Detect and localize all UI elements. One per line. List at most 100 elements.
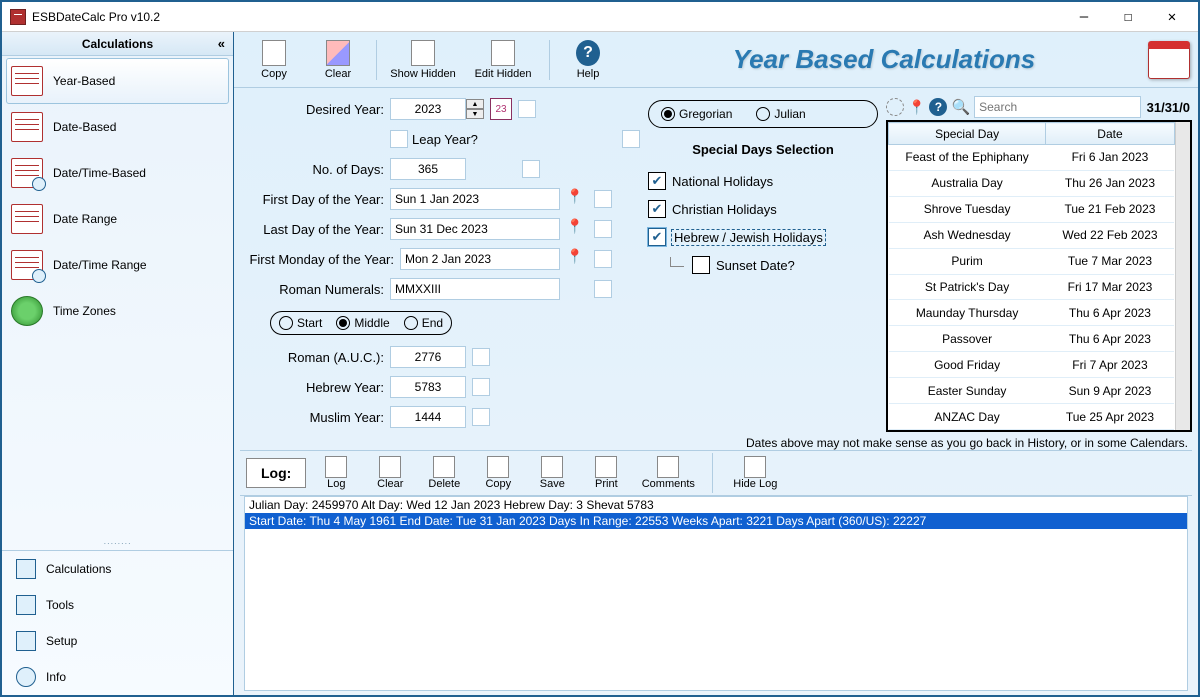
sidebar-item-date-based[interactable]: Date-Based <box>6 104 229 150</box>
year-picker-button[interactable]: 23 <box>490 98 512 120</box>
special-days-grid[interactable]: Special Day Date Feast of the EphiphanyF… <box>886 120 1192 432</box>
radio-gregorian[interactable]: Gregorian <box>661 107 732 121</box>
desired-year-hide-checkbox[interactable] <box>518 100 536 118</box>
pin-icon[interactable]: 📍 <box>908 99 925 116</box>
find-icon[interactable]: 🔍 <box>951 98 970 116</box>
help-button[interactable]: ?Help <box>556 40 620 80</box>
search-input[interactable] <box>974 96 1141 118</box>
bottom-nav-setup[interactable]: Setup <box>2 623 233 659</box>
sunset-date-checkbox[interactable] <box>692 256 710 274</box>
maximize-button[interactable]: ☐ <box>1106 3 1150 31</box>
pin-button[interactable]: 📍 <box>566 248 588 270</box>
filter-icon[interactable] <box>886 98 904 116</box>
show-hidden-button[interactable]: Show Hidden <box>383 40 463 80</box>
first-day-hide-checkbox[interactable] <box>594 190 612 208</box>
sidebar-item-year-based[interactable]: Year-Based <box>6 58 229 104</box>
leap-year-hide-checkbox[interactable] <box>622 130 640 148</box>
log-label-button[interactable]: Log: <box>246 458 306 488</box>
log-area[interactable]: Julian Day: 2459970 Alt Day: Wed 12 Jan … <box>244 496 1188 691</box>
table-row[interactable]: Maunday ThursdayThu 6 Apr 2023 <box>889 300 1175 326</box>
info-icon <box>16 667 36 687</box>
radio-middle[interactable]: Middle <box>336 316 389 330</box>
bottom-nav-info[interactable]: Info <box>2 659 233 695</box>
drag-handle[interactable]: ∙∙∙∙∙∙∙∙ <box>2 538 233 548</box>
clear-button[interactable]: Clear <box>306 40 370 80</box>
sidebar-item-date-time-based[interactable]: Date/Time-Based <box>6 150 229 196</box>
bottom-nav-tools[interactable]: Tools <box>2 587 233 623</box>
christian-holidays-checkbox[interactable] <box>648 200 666 218</box>
hebrew-year-label: Hebrew Year: <box>240 380 390 395</box>
log-line[interactable]: Start Date: Thu 4 May 1961 End Date: Tue… <box>245 513 1187 529</box>
sidebar-item-time-zones[interactable]: Time Zones <box>6 288 229 334</box>
pin-button[interactable]: 📍 <box>566 218 588 240</box>
clear-icon <box>379 456 401 478</box>
delete-icon <box>433 456 455 478</box>
muslim-year-field[interactable]: 1444 <box>390 406 466 428</box>
desired-year-field[interactable]: 2023 <box>390 98 466 120</box>
leap-year-checkbox[interactable] <box>390 130 408 148</box>
national-holidays-checkbox[interactable] <box>648 172 666 190</box>
footer-note: Dates above may not make sense as you go… <box>240 436 1192 450</box>
sidebar-item-date-time-range[interactable]: Date/Time Range <box>6 242 229 288</box>
table-row[interactable]: Shrove TuesdayTue 21 Feb 2023 <box>889 196 1175 222</box>
table-row[interactable]: Ash WednesdayWed 22 Feb 2023 <box>889 222 1175 248</box>
first-day-field[interactable]: Sun 1 Jan 2023 <box>390 188 560 210</box>
close-button[interactable]: ✕ <box>1150 3 1194 31</box>
table-row[interactable]: Australia DayThu 26 Jan 2023 <box>889 170 1175 196</box>
minimize-button[interactable]: — <box>1062 3 1106 31</box>
log-copy-button[interactable]: Copy <box>474 456 522 490</box>
no-of-days-hide-checkbox[interactable] <box>522 160 540 178</box>
hebrew-holidays-checkbox[interactable] <box>648 228 666 246</box>
bottom-nav-calculations[interactable]: Calculations <box>2 551 233 587</box>
log-clear-button[interactable]: Clear <box>366 456 414 490</box>
table-row[interactable]: PurimTue 7 Mar 2023 <box>889 248 1175 274</box>
table-row[interactable]: PassoverThu 6 Apr 2023 <box>889 326 1175 352</box>
log-line[interactable]: Julian Day: 2459970 Alt Day: Wed 12 Jan … <box>245 497 1187 513</box>
log-button[interactable]: Log <box>312 456 360 490</box>
hide-log-button[interactable]: Hide Log <box>725 456 785 490</box>
wrench-icon <box>16 595 36 615</box>
radio-julian[interactable]: Julian <box>756 107 805 121</box>
comments-icon <box>657 456 679 478</box>
help-icon[interactable]: ? <box>929 98 947 116</box>
first-monday-hide-checkbox[interactable] <box>594 250 612 268</box>
hebrew-year-field[interactable]: 5783 <box>390 376 466 398</box>
col-special-day[interactable]: Special Day <box>889 123 1046 145</box>
log-save-button[interactable]: Save <box>528 456 576 490</box>
collapse-icon[interactable]: « <box>218 36 225 51</box>
table-row[interactable]: Feast of the EphiphanyFri 6 Jan 2023 <box>889 145 1175 171</box>
position-radio-group: Start Middle End <box>270 311 452 335</box>
pin-button[interactable]: 📍 <box>566 188 588 210</box>
table-row[interactable]: St Patrick's DayFri 17 Mar 2023 <box>889 274 1175 300</box>
first-monday-label: First Monday of the Year: <box>240 252 400 267</box>
edit-hidden-button[interactable]: Edit Hidden <box>463 40 543 80</box>
log-comments-button[interactable]: Comments <box>636 456 700 490</box>
no-of-days-field[interactable]: 365 <box>390 158 466 180</box>
hebrew-year-hide-checkbox[interactable] <box>472 378 490 396</box>
table-row[interactable]: Good FridayFri 7 Apr 2023 <box>889 352 1175 378</box>
roman-auc-hide-checkbox[interactable] <box>472 348 490 366</box>
show-hidden-icon <box>411 40 435 66</box>
roman-numerals-field[interactable]: MMXXIII <box>390 278 560 300</box>
last-day-field[interactable]: Sun 31 Dec 2023 <box>390 218 560 240</box>
table-row[interactable]: ANZAC DayTue 25 Apr 2023 <box>889 404 1175 430</box>
print-icon <box>595 456 617 478</box>
sidebar-item-date-range[interactable]: Date Range <box>6 196 229 242</box>
copy-button[interactable]: Copy <box>242 40 306 80</box>
roman-numerals-label: Roman Numerals: <box>240 282 390 297</box>
roman-numerals-hide-checkbox[interactable] <box>594 280 612 298</box>
log-delete-button[interactable]: Delete <box>420 456 468 490</box>
table-row[interactable]: Easter SundaySun 9 Apr 2023 <box>889 378 1175 404</box>
log-toolbar: Log: Log Clear Delete Copy Save Print Co… <box>240 450 1192 496</box>
col-date[interactable]: Date <box>1046 123 1175 145</box>
edit-hidden-icon <box>491 40 515 66</box>
last-day-hide-checkbox[interactable] <box>594 220 612 238</box>
roman-auc-field[interactable]: 2776 <box>390 346 466 368</box>
year-spinner[interactable]: ▲▼ <box>466 99 484 119</box>
log-print-button[interactable]: Print <box>582 456 630 490</box>
radio-end[interactable]: End <box>404 316 443 330</box>
radio-start[interactable]: Start <box>279 316 322 330</box>
muslim-year-hide-checkbox[interactable] <box>472 408 490 426</box>
grid-scrollbar[interactable] <box>1175 122 1190 430</box>
first-monday-field[interactable]: Mon 2 Jan 2023 <box>400 248 560 270</box>
